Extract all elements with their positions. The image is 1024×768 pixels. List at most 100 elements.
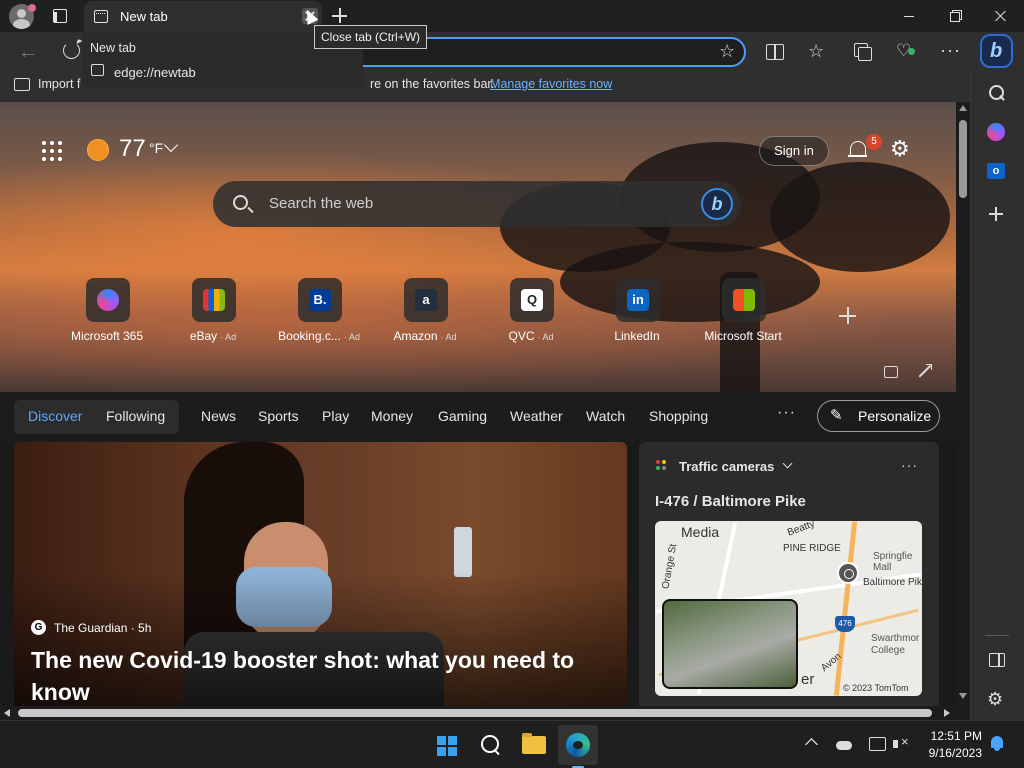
news-card[interactable]: G The Guardian · 5h The new Covid-19 boo… [14,442,627,706]
tab-new-tab[interactable]: New tab [84,1,322,32]
close-window-button[interactable] [978,0,1024,32]
feed-tab-play[interactable]: Play [322,408,349,424]
manage-favorites-link[interactable]: Manage favorites now [490,77,612,91]
scroll-up-arrow-icon[interactable] [959,105,967,111]
feed-tab-watch[interactable]: Watch [586,408,625,424]
sidebar-settings-gear-icon[interactable]: ⚙ [987,689,1007,709]
workspaces-icon[interactable] [53,9,67,23]
windows-logo-icon [437,736,457,756]
horizontal-scroll-thumb[interactable] [18,709,932,717]
sidebar-add-icon[interactable] [987,205,1007,225]
amazon-icon: a [415,289,437,311]
settings-more-icon[interactable]: ··· [940,41,962,63]
map-label-orange-st: Orange St [660,543,680,590]
quick-link-qvc[interactable]: Q QVC · Ad [481,278,581,348]
vaccine-vial-image [454,527,472,577]
onedrive-cloud-icon[interactable] [836,737,852,751]
feed-tab-gaming[interactable]: Gaming [438,408,487,424]
notifications-bell-icon[interactable] [848,140,868,160]
ad-marker: · Ad [440,332,457,342]
ad-marker: · Ad [220,332,237,342]
file-explorer-button[interactable] [514,725,554,765]
split-screen-icon[interactable] [764,41,786,63]
sidebar-search-icon[interactable] [987,83,1007,103]
feed-more-icon[interactable]: ··· [777,404,796,422]
news-feed: G The Guardian · 5h The new Covid-19 boo… [0,442,956,706]
hide-sidebar-icon[interactable] [987,650,1007,670]
favorites-icon[interactable]: ☆ [808,41,830,63]
sidebar-microsoft-365-icon[interactable] [987,123,1005,141]
edge-taskbar-button[interactable] [558,725,598,768]
quick-link-amazon[interactable]: a Amazon · Ad [375,278,475,348]
import-favorites-icon[interactable] [14,78,30,91]
quick-link-linkedin[interactable]: in LinkedIn [587,278,687,348]
expand-background-icon[interactable] [918,364,932,378]
minimize-button[interactable] [886,0,932,32]
volume-muted-icon[interactable] [893,734,909,751]
temperature-value[interactable]: 77 [119,135,146,163]
sign-in-button[interactable]: Sign in [759,136,829,166]
bing-copilot-button[interactable]: b [980,34,1013,68]
tab-preview-url: edge://newtab [114,65,196,80]
restore-button[interactable] [932,0,978,32]
tile-label: Microsoft 365 [70,329,144,343]
sunny-weather-icon[interactable] [88,140,108,160]
quick-link-microsoft-start[interactable]: Microsoft Start [693,278,793,348]
scroll-down-arrow-icon[interactable] [959,693,967,699]
new-tab-button[interactable] [331,7,349,25]
vertical-scroll-thumb[interactable] [959,120,967,198]
traffic-map[interactable]: Media PINE RIDGE Beatty Springfie Mall B… [655,521,922,696]
feed-tab-news[interactable]: News [201,408,236,424]
feed-tab-weather[interactable]: Weather [510,408,563,424]
scroll-left-arrow-icon[interactable] [4,709,10,717]
camera-location: I-476 / Baltimore Pike [655,493,806,510]
import-favorites-text[interactable]: Import f [38,77,80,91]
camera-pin-icon[interactable] [837,562,859,584]
traffic-cameras-title[interactable]: Traffic cameras [679,459,774,474]
app-launcher-icon[interactable] [42,141,62,161]
add-quick-link-icon[interactable] [838,306,858,326]
horizontal-scrollbar[interactable] [0,706,956,720]
sidebar: o ⚙ [970,72,1024,720]
back-arrow-icon[interactable]: ← [18,42,38,62]
bing-chat-icon[interactable]: b [701,188,733,220]
temperature-unit: °F [149,140,164,156]
feed-tab-money[interactable]: Money [371,408,413,424]
tab-discover[interactable]: Discover [28,408,82,424]
microsoft-365-icon [97,289,119,311]
personalize-button[interactable]: ✎ Personalize [817,400,940,432]
add-favorite-star-icon[interactable]: ☆ [719,42,735,60]
newtab-page-icon [94,10,108,23]
show-hidden-icons-chevron-icon[interactable] [805,738,818,751]
scroll-right-arrow-icon[interactable] [944,709,950,717]
chevron-down-icon[interactable] [163,137,179,153]
traffic-camera-thumbnail[interactable] [662,599,798,689]
tile-label: QVC [508,329,535,343]
web-search-input[interactable]: Search the web b [213,181,741,227]
map-label-media: Media [681,524,720,540]
personalize-label: Personalize [858,408,932,424]
new-tab-page: 77 °F Sign in 5 ⚙ Search the web b Micro… [0,102,956,706]
vertical-scrollbar[interactable] [956,102,970,706]
quick-link-ebay[interactable]: eBay · Ad [163,278,263,348]
card-more-icon[interactable]: ··· [901,457,918,473]
clock-date[interactable]: 9/16/2023 [918,746,982,760]
background-info-icon[interactable] [884,366,898,378]
network-icon[interactable] [869,737,886,751]
chevron-down-icon[interactable] [782,458,793,469]
collections-icon[interactable] [852,41,874,63]
sidebar-outlook-icon[interactable]: o [987,163,1005,179]
quick-link-microsoft-365[interactable]: Microsoft 365 [57,278,157,348]
start-button[interactable] [426,725,466,765]
refresh-icon[interactable] [63,42,80,59]
feed-tab-shopping[interactable]: Shopping [649,408,708,424]
quick-link-booking[interactable]: B. Booking.c... · Ad [269,278,369,348]
clock-time[interactable]: 12:51 PM [918,729,982,743]
feed-tab-sports[interactable]: Sports [258,408,298,424]
taskbar-search-icon[interactable] [470,725,510,765]
page-settings-gear-icon[interactable]: ⚙ [890,138,910,160]
notification-center-bell-icon[interactable] [990,736,1004,752]
tile-label: Amazon [393,329,438,343]
tab-following[interactable]: Following [106,408,165,424]
news-headline[interactable]: The new Covid-19 booster shot: what you … [31,644,611,706]
